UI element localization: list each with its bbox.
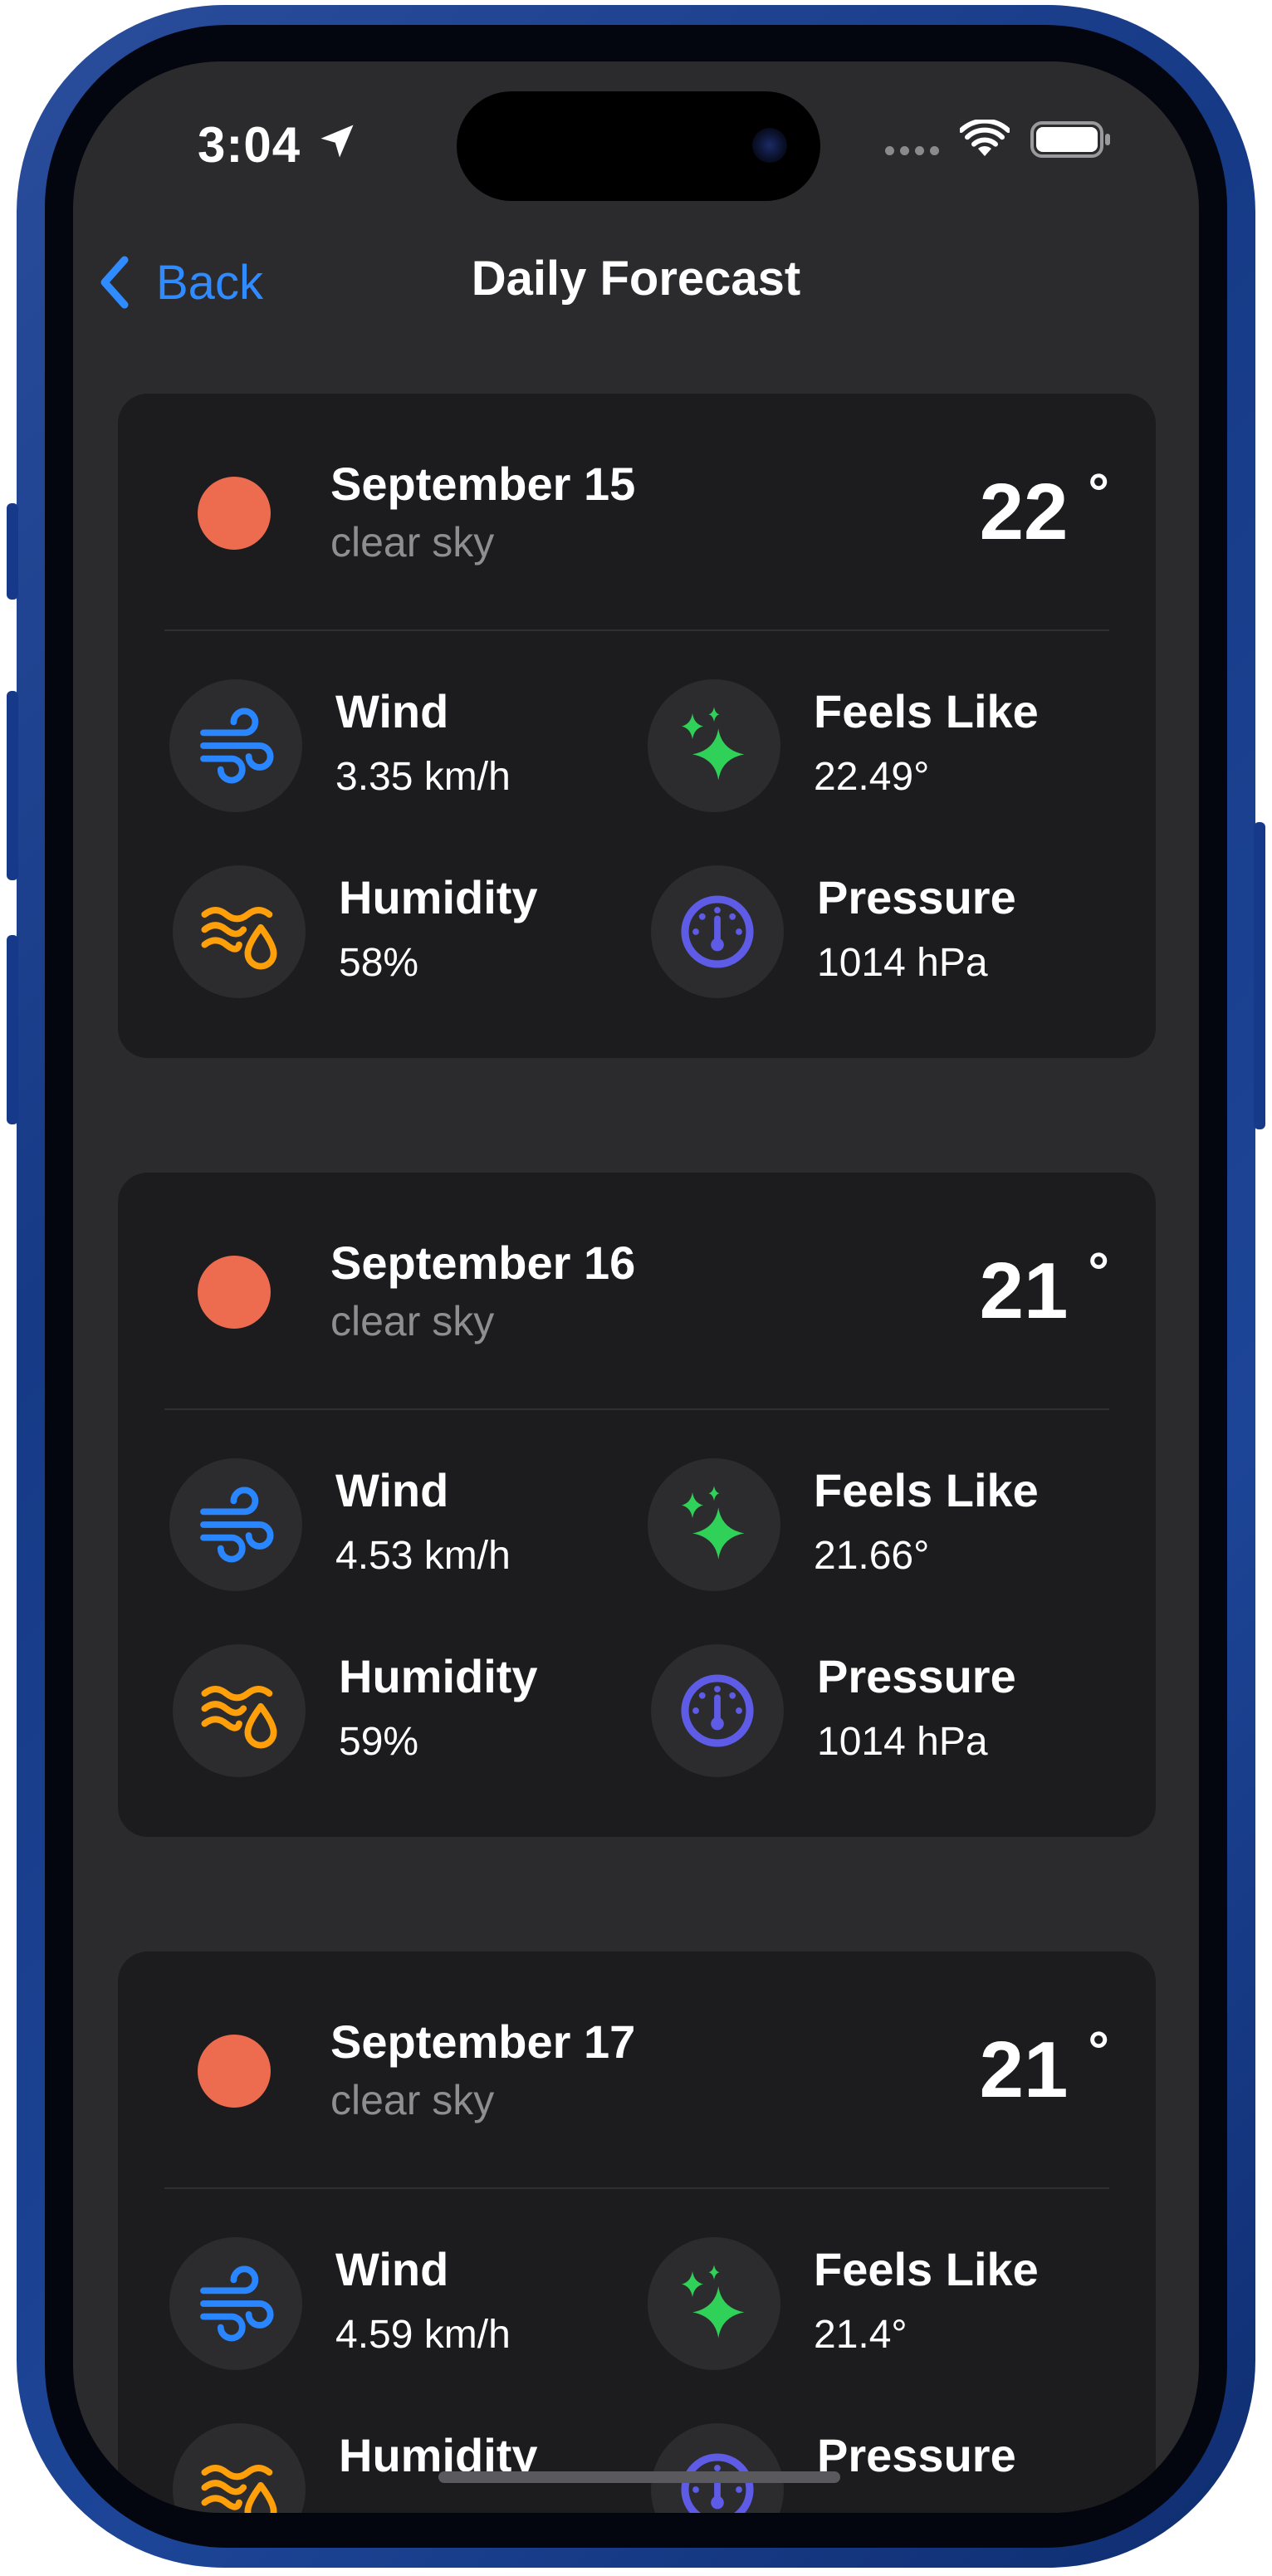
divider: [164, 2187, 1109, 2189]
feels-like-metric: Feels Like 22.49°: [648, 679, 1129, 820]
wind-icon: [169, 1458, 302, 1591]
location-arrow-icon: [320, 125, 354, 158]
humidity-metric: Humidity: [173, 2423, 654, 2513]
forecast-description: clear sky: [330, 519, 495, 566]
page-title: Daily Forecast: [471, 252, 801, 306]
humidity-label: Humidity: [339, 1650, 538, 1702]
forecast-description: clear sky: [330, 1298, 495, 1344]
forecast-temperature: 22 °: [979, 463, 1109, 556]
pressure-value: 1014 hPa: [817, 941, 988, 985]
gauge-icon: [651, 1644, 784, 1777]
wind-icon: [169, 679, 302, 812]
wind-metric: Wind 4.59 km/h: [169, 2237, 651, 2378]
pressure-metric: Pressure 1014 hPa: [651, 1644, 1133, 1785]
pressure-metric: Pressure 1014 hPa: [651, 865, 1133, 1006]
power-button: [1254, 822, 1265, 1129]
sparkles-icon: [648, 2237, 780, 2370]
wind-value: 4.59 km/h: [335, 2313, 511, 2357]
divider: [164, 1408, 1109, 1410]
forecast-date: September 17: [330, 2015, 636, 2068]
wind-value: 3.35 km/h: [335, 755, 511, 799]
pressure-label: Pressure: [817, 2429, 1016, 2481]
pressure-label: Pressure: [817, 1650, 1016, 1702]
wind-label: Wind: [335, 1464, 449, 1516]
forecast-temperature: 21 °: [979, 1241, 1109, 1335]
action-button: [7, 503, 18, 600]
battery-icon: [1030, 121, 1110, 158]
humidity-icon: [173, 865, 306, 998]
feels-like-label: Feels Like: [814, 685, 1039, 737]
screen: 3:04 Back Daily Forecast September 15 cl…: [73, 61, 1199, 2513]
sun-icon: [198, 1256, 271, 1329]
humidity-metric: Humidity 58%: [173, 865, 654, 1006]
feels-like-metric: Feels Like 21.4°: [648, 2237, 1129, 2378]
volume-up-button: [7, 691, 18, 880]
forecast-card[interactable]: September 17 clear sky 21 ° Wind 4.59 km/…: [118, 1952, 1156, 2513]
humidity-value: 59%: [339, 1720, 419, 1764]
humidity-metric: Humidity 59%: [173, 1644, 654, 1785]
gauge-icon: [651, 865, 784, 998]
humidity-value: 58%: [339, 941, 419, 985]
humidity-label: Humidity: [339, 871, 538, 923]
gauge-icon: [651, 2423, 784, 2513]
humidity-icon: [173, 1644, 306, 1777]
cellular-signal-icon: [885, 144, 945, 156]
feels-like-value: 22.49°: [814, 755, 930, 799]
camera-icon: [752, 128, 787, 163]
feels-like-label: Feels Like: [814, 1464, 1039, 1516]
feels-like-metric: Feels Like 21.66°: [648, 1458, 1129, 1599]
forecast-card[interactable]: September 15 clear sky 22 ° Wind 3.35 km/…: [118, 394, 1156, 1058]
wifi-icon: [960, 120, 1010, 156]
feels-like-value: 21.4°: [814, 2313, 908, 2357]
volume-down-button: [7, 935, 18, 1124]
sun-icon: [198, 477, 271, 550]
sparkles-icon: [648, 679, 780, 812]
wind-label: Wind: [335, 685, 449, 737]
wind-label: Wind: [335, 2243, 449, 2295]
feels-like-value: 21.66°: [814, 1534, 930, 1578]
wind-metric: Wind 3.35 km/h: [169, 679, 651, 820]
home-indicator[interactable]: [438, 2471, 840, 2483]
pressure-label: Pressure: [817, 871, 1016, 923]
dynamic-island: [457, 91, 820, 201]
wind-icon: [169, 2237, 302, 2370]
forecast-card[interactable]: September 16 clear sky 21 ° Wind 4.53 km/…: [118, 1173, 1156, 1837]
feels-like-label: Feels Like: [814, 2243, 1039, 2295]
divider: [164, 629, 1109, 631]
wind-metric: Wind 4.53 km/h: [169, 1458, 651, 1599]
humidity-icon: [173, 2423, 306, 2513]
pressure-value: 1014 hPa: [817, 1720, 988, 1764]
pressure-metric: Pressure: [651, 2423, 1133, 2513]
sun-icon: [198, 2035, 271, 2108]
forecast-date: September 15: [330, 458, 636, 510]
forecast-date: September 16: [330, 1237, 636, 1289]
forecast-description: clear sky: [330, 2077, 495, 2123]
wind-value: 4.53 km/h: [335, 1534, 511, 1578]
status-time: 3:04: [198, 117, 301, 173]
forecast-temperature: 21 °: [979, 2020, 1109, 2114]
sparkles-icon: [648, 1458, 780, 1591]
